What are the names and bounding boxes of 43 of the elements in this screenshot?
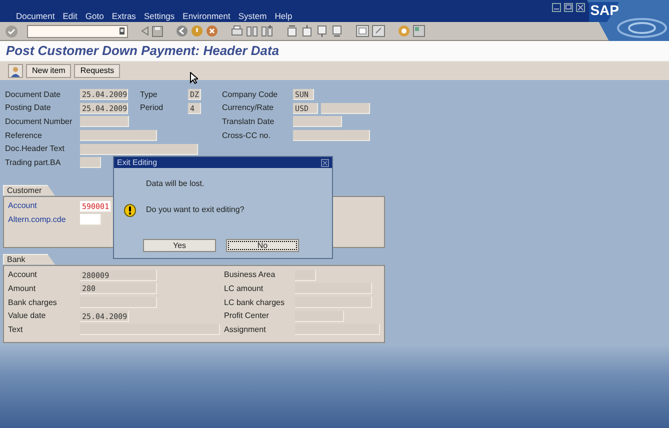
group-title: Bank (7, 256, 26, 264)
menu-item[interactable]: System (238, 12, 267, 20)
toolbar-button[interactable]: New item (26, 64, 72, 78)
field-label: Trading part.BA (5, 158, 62, 167)
menu-item[interactable]: Extras (112, 12, 136, 20)
toolbar-button[interactable]: Requests (74, 64, 120, 78)
field-label: Altern.comp.cde (8, 216, 67, 224)
menu-item[interactable]: Edit (62, 12, 78, 20)
field-label: Doc.Header Text (5, 145, 66, 154)
field-label: Type (140, 90, 158, 99)
dialog-button[interactable]: No (226, 239, 299, 252)
menu-item[interactable]: Help (274, 12, 292, 20)
field-label: Company Code (222, 90, 279, 99)
group-title: Customer (7, 186, 42, 195)
menu-item[interactable]: Document (16, 12, 55, 20)
dialog-message: Data will be lost. (146, 180, 204, 188)
field-label: Cross-CC no. (222, 132, 272, 140)
field-label: Period (140, 104, 164, 112)
field-label: Document Number (5, 118, 74, 126)
menu-item[interactable]: Settings (144, 12, 175, 20)
screen-title: Post Customer Down Payment: Header Data (6, 42, 280, 60)
field-label: Translatn Date (222, 118, 276, 126)
field-label: Value date (8, 312, 47, 320)
field-label: Profit Center (224, 312, 270, 320)
menu-item[interactable]: Environment (182, 12, 230, 20)
sap-wordmark: SAP (590, 3, 619, 17)
field-label: Account (8, 202, 38, 210)
field-label: LC bank charges (224, 298, 286, 307)
field-label: Document Date (5, 90, 62, 99)
dialog-message: Do you want to exit editing? (146, 206, 244, 214)
dialog-title: Exit Editing (117, 158, 158, 166)
field-label: Assignment (224, 326, 267, 334)
field-label: Reference (5, 132, 43, 140)
field-label: Text (8, 326, 24, 334)
field-label: Amount (8, 284, 37, 293)
field-label: Bank charges (8, 298, 58, 307)
field-label: Posting Date (5, 104, 52, 112)
field-label: LC amount (224, 284, 264, 293)
field-label: Business Area (224, 271, 276, 280)
field-label: Account (8, 271, 38, 280)
menu-item[interactable]: Goto (85, 12, 104, 20)
field-label: Currency/Rate (222, 104, 275, 112)
dialog-button[interactable]: Yes (143, 239, 216, 252)
